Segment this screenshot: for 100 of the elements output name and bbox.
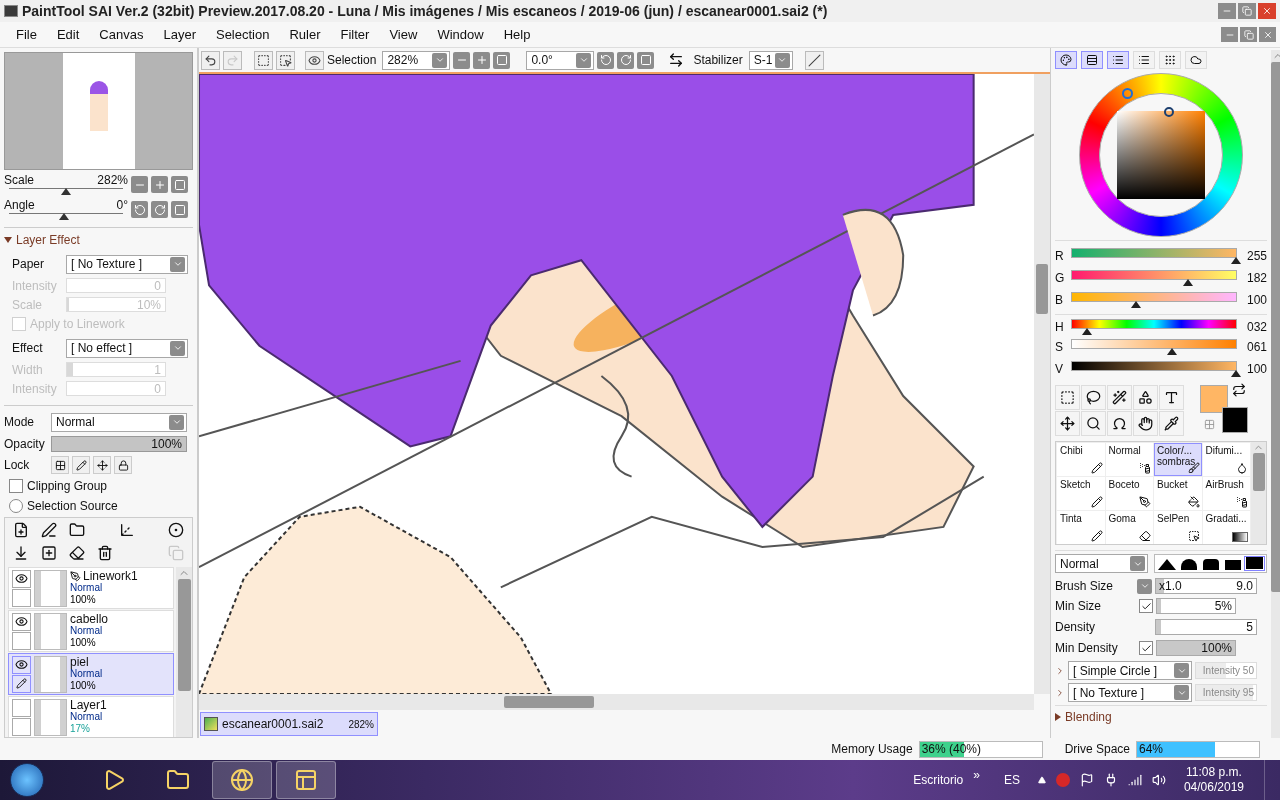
value-slider[interactable]: 5% (1156, 598, 1236, 614)
channel-label: V (1055, 361, 1064, 378)
brush-slot[interactable]: Boceto (1105, 477, 1153, 510)
field-label: Opacity (4, 436, 46, 453)
menu-item[interactable]: Edit (46, 24, 90, 45)
layer-name: Layer1 (70, 699, 107, 711)
clock-time: 11:08 p.m. (1186, 765, 1242, 780)
meter-value: 64% (1139, 741, 1164, 758)
layer-row[interactable]: Layer1 Normal 17% (8, 696, 174, 737)
section-header[interactable]: Blending (1055, 705, 1267, 726)
channel-value: 032 (1245, 318, 1267, 336)
checkbox-label: Clipping Group (27, 477, 108, 495)
toolbar-label: Selection (327, 52, 377, 69)
layer-opacity: 100% (70, 594, 97, 606)
brush-slot[interactable]: Chibi (1057, 443, 1105, 476)
window-title: PaintTool SAI Ver.2 (32bit) Preview.2017.08.20 - Luna / Mis imágenes / Mis escaneos / 2019-06 (jun) / escanear0001.sai2 (*) (22, 1, 828, 21)
brush-name: Goma (1108, 513, 1137, 524)
intensity-slider[interactable]: Intensity 50 (1195, 662, 1257, 679)
layer-name: Linework1 (83, 570, 138, 582)
brush-slot[interactable]: Goma (1105, 511, 1153, 544)
field-label: Min Size (1055, 598, 1102, 615)
brush-slot[interactable]: Gradati... (1202, 511, 1250, 544)
layer-opacity: 100% (70, 680, 97, 692)
layer-row[interactable]: cabello Normal 100% (8, 610, 174, 652)
brush-name: Chibi (1060, 445, 1084, 456)
dropdown[interactable]: Normal (1055, 554, 1148, 573)
brush-slot[interactable]: Bucket (1154, 477, 1202, 510)
dropdown[interactable]: [ Simple Circle ] (1068, 661, 1192, 680)
menu-item[interactable]: Layer (153, 24, 206, 45)
menu-item[interactable]: Canvas (89, 24, 154, 45)
brush-name: Color/... (1157, 445, 1193, 456)
brush-name: Boceto (1108, 479, 1141, 490)
brush-slot[interactable]: AirBrush (1202, 477, 1250, 510)
field-label: Lock (4, 457, 31, 474)
field-label: Brush Size (1055, 578, 1115, 595)
meter-label: Drive Space (1064, 741, 1130, 758)
channel-value: 100 (1245, 361, 1267, 378)
layer-row[interactable]: piel Normal 100% (8, 653, 174, 695)
brush-name: Gradati... (1205, 513, 1247, 524)
field-label: Mode (4, 414, 36, 431)
slider-value: 0° (116, 197, 128, 212)
field-label: Effect (12, 340, 44, 357)
field-label: Intensity (12, 277, 58, 295)
channel-value: 061 (1245, 339, 1267, 356)
value-slider[interactable]: 5 (1155, 619, 1257, 635)
menu-item[interactable]: Window (427, 24, 494, 45)
brush-slot[interactable]: Normal (1105, 443, 1153, 476)
value-slider[interactable]: 100% (1156, 640, 1236, 656)
brush-slot[interactable]: Color/... sombras (1154, 443, 1202, 476)
menu-item[interactable]: Filter (330, 24, 380, 45)
navigator-slider[interactable]: Angle 0° (4, 197, 128, 222)
dropdown[interactable]: 282% (382, 50, 451, 70)
dropdown[interactable]: Normal (51, 412, 187, 432)
dropdown[interactable]: [ No Texture ] (1068, 683, 1192, 702)
radio-label: Selection Source (27, 497, 118, 515)
menu-item[interactable]: View (379, 24, 428, 45)
slider-label: Angle (4, 197, 35, 212)
layer-row[interactable]: Linework1 Normal 100% (8, 567, 174, 609)
brush-name: Normal (1108, 445, 1142, 456)
channel-label: R (1055, 248, 1065, 265)
channel-label: S (1055, 339, 1064, 356)
layer-opacity: 100% (70, 637, 97, 649)
brush-slot[interactable]: SelPen (1154, 511, 1202, 544)
dropdown[interactable]: [ No effect ] (66, 338, 188, 358)
blend-mode: Normal (70, 711, 103, 723)
section-header[interactable]: Layer Effect (4, 231, 193, 249)
field-label: Paper (12, 256, 46, 273)
clock-date: 04/06/2019 (1183, 780, 1244, 795)
channel-value: 100 (1245, 292, 1267, 309)
dropdown[interactable]: S-1 (748, 50, 793, 70)
menu-item[interactable]: Help (493, 24, 541, 45)
value-slider[interactable]: x1.0 9.0 (1155, 578, 1257, 594)
field-label: Width (12, 361, 44, 379)
menu-item[interactable]: Ruler (279, 24, 331, 45)
channel-label: B (1055, 292, 1064, 309)
language-indicator[interactable]: ES (1003, 771, 1020, 789)
slider-value: 282% (97, 172, 128, 187)
document-tab[interactable]: escanear0001.sai2 282% (200, 712, 378, 736)
menu-item[interactable]: File (6, 24, 47, 45)
brush-name: Difumi... (1205, 445, 1244, 456)
opacity-slider[interactable]: 100% (51, 436, 187, 452)
menu-item[interactable]: Selection (205, 24, 280, 45)
brush-name: sombras (1157, 456, 1197, 467)
dropdown[interactable]: [ No Texture ] (66, 254, 188, 274)
channel-label: G (1055, 270, 1066, 287)
navigator-slider[interactable]: Scale 282% (4, 172, 128, 197)
brush-slot[interactable]: Sketch (1057, 477, 1105, 510)
toolbar-label[interactable]: Escritorio (913, 771, 964, 789)
taskbar-chevron[interactable]: » (973, 766, 980, 784)
dropdown[interactable]: 0.0° (526, 50, 595, 70)
brush-slot[interactable]: Difumi... (1202, 443, 1250, 476)
brush-name: AirBrush (1205, 479, 1245, 490)
layer-name: cabello (70, 613, 109, 625)
channel-label: H (1055, 318, 1065, 336)
toolbar-label: Stabilizer (693, 52, 743, 69)
field-label: Density (1055, 619, 1096, 636)
channel-value: 182 (1245, 270, 1267, 287)
blend-mode: Normal (70, 668, 103, 680)
brush-slot[interactable]: Tinta (1057, 511, 1105, 544)
blend-mode: Normal (70, 582, 104, 594)
